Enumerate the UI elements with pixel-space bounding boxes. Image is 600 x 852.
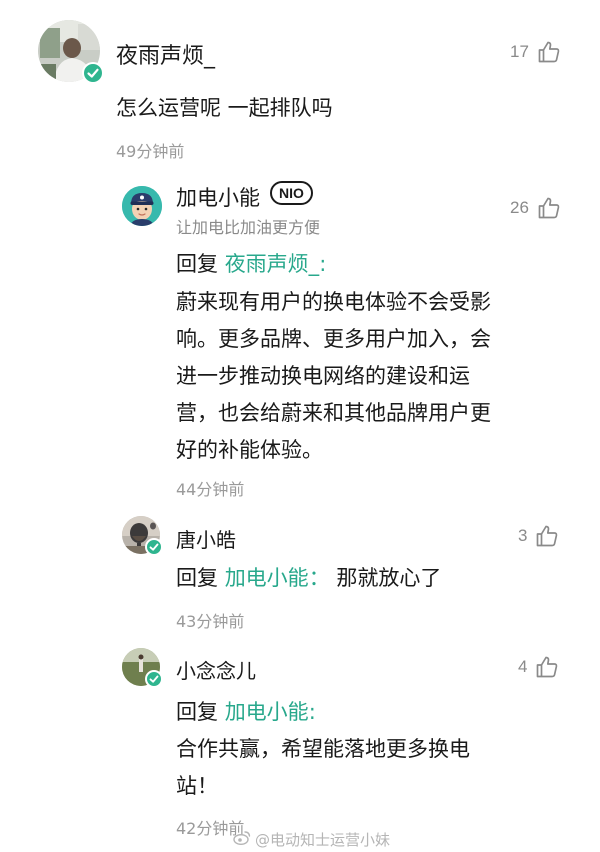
thumbs-up-icon [535, 524, 559, 548]
user-subtitle: 让加电比加油更方便 [176, 218, 321, 237]
reply-header: 回复 加电小能: [176, 695, 316, 730]
comment-line: 营，也会给蔚来和其他品牌用户更 [176, 401, 491, 425]
like-button[interactable]: 4 [518, 655, 559, 679]
username[interactable]: 夜雨声烦_ [116, 38, 215, 70]
verified-check-icon [145, 538, 163, 556]
timestamp: 44分钟前 [176, 480, 245, 499]
watermark: @电动知士运营小妹 [233, 829, 390, 850]
watermark-text: @电动知士运营小妹 [255, 831, 391, 849]
reply-text: 回复 加电小能： 那就放心了 [176, 561, 441, 596]
reply-target-link[interactable]: 夜雨声烦_ [225, 252, 320, 276]
thumbs-up-icon [537, 40, 561, 64]
like-button[interactable]: 3 [518, 524, 559, 548]
reply-prefix: 回复 [176, 566, 225, 590]
username[interactable]: 唐小皓 [176, 524, 236, 553]
like-button[interactable]: 17 [510, 40, 561, 64]
timestamp: 43分钟前 [176, 612, 245, 631]
comment-text: 怎么运营呢 一起排队吗 [116, 96, 333, 120]
comment-line: 合作共赢，希望能落地更多换电 [176, 737, 470, 761]
like-count: 17 [510, 42, 529, 61]
username[interactable]: 小念念儿 [176, 655, 256, 684]
reply-colon: ： [308, 566, 330, 590]
reply-prefix: 回复 [176, 252, 225, 276]
reply-header: 回复 夜雨声烦_: [176, 247, 326, 282]
verified-check-icon [145, 670, 163, 688]
like-button[interactable]: 26 [510, 196, 561, 220]
comment-line: 蔚来现有用户的换电体验不会受影 [176, 290, 491, 314]
reply-prefix: 回复 [176, 700, 225, 724]
like-count: 3 [518, 526, 528, 545]
comment-line: 好的补能体验。 [176, 438, 323, 462]
comment-1: 夜雨声烦_ 17 怎么运营呢 一起排队吗 49分钟前 [0, 0, 600, 170]
comment-line: 站！ [176, 774, 218, 798]
weibo-logo-icon [233, 830, 251, 849]
username[interactable]: 加电小能 [176, 182, 260, 212]
thumbs-up-icon [537, 196, 561, 220]
comment-line: 响。更多品牌、更多用户加入，会 [176, 327, 491, 351]
reply-target-link[interactable]: 加电小能 [225, 700, 309, 724]
reply-target-link[interactable]: 加电小能 [225, 566, 309, 590]
avatar[interactable] [122, 186, 162, 226]
thumbs-up-icon [535, 655, 559, 679]
reply-colon: : [319, 252, 327, 276]
reply-body: 那就放心了 [329, 566, 442, 590]
nio-badge: NIO [270, 181, 313, 205]
comment-line: 进一步推动换电网络的建设和运 [176, 364, 470, 388]
verified-check-icon [82, 62, 104, 84]
like-count: 4 [518, 657, 528, 676]
like-count: 26 [510, 198, 529, 217]
reply-colon: : [308, 700, 316, 724]
mascot-avatar-icon [122, 186, 162, 226]
timestamp: 49分钟前 [116, 142, 185, 161]
